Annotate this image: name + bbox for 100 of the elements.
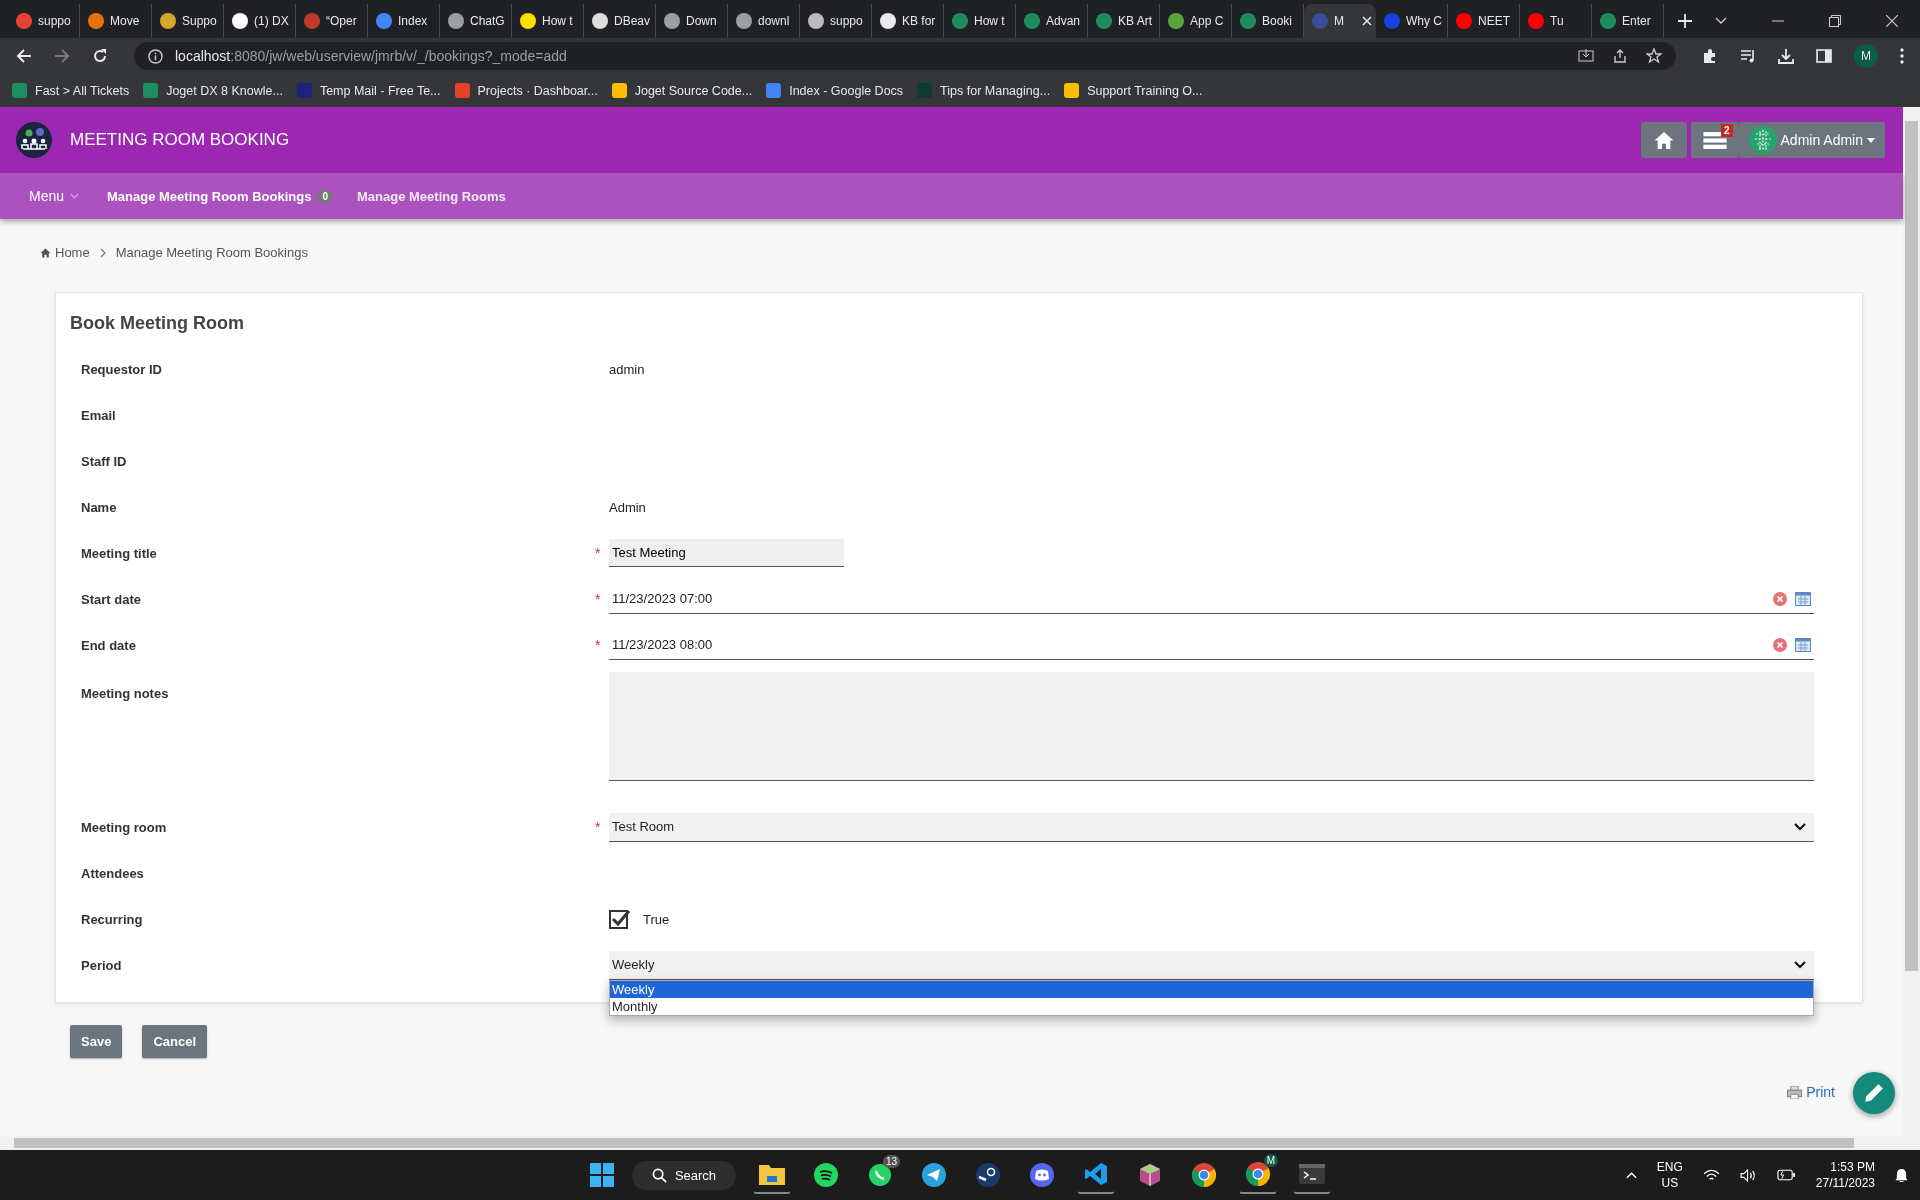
more-icon[interactable] xyxy=(1900,48,1904,64)
nav-link[interactable]: Manage Meeting Rooms xyxy=(357,188,506,204)
notes-field[interactable] xyxy=(609,672,1814,781)
field-label: Email xyxy=(80,407,117,423)
scrollbar[interactable] xyxy=(0,1136,1920,1150)
field-label: Meeting notes xyxy=(80,685,170,701)
clear-icon[interactable] xyxy=(1773,591,1787,606)
folder-icon xyxy=(759,1162,786,1185)
battery-icon[interactable] xyxy=(1776,1169,1796,1181)
sidebar-icon[interactable] xyxy=(1816,48,1832,64)
steam-icon xyxy=(976,1163,1001,1187)
text-field[interactable]: Test Meeting xyxy=(609,539,844,567)
reload-icon[interactable] xyxy=(92,48,108,64)
browser-tab[interactable]: M xyxy=(1304,4,1376,38)
menu-button[interactable]: Menu xyxy=(29,188,80,204)
required-mark: * xyxy=(595,819,601,835)
meeting-logo-icon xyxy=(16,122,52,158)
print-link[interactable]: Print xyxy=(1787,1084,1835,1100)
dropdown-option[interactable]: Weekly xyxy=(610,980,1813,998)
bookmark[interactable]: Projects · Dashboar... xyxy=(454,83,598,98)
bookmark[interactable]: Fast > All Tickets xyxy=(12,83,130,98)
whatsapp-icon xyxy=(868,1163,893,1187)
field-label: Meeting title xyxy=(80,545,158,561)
date-field[interactable]: 11/23/2023 07:00 xyxy=(609,584,1814,614)
calendar-icon[interactable] xyxy=(1795,591,1811,606)
share-icon[interactable] xyxy=(1612,48,1628,64)
field-label: Name xyxy=(80,499,118,515)
field-value: Admin xyxy=(609,499,646,515)
bookmark[interactable]: Support Training O... xyxy=(1064,83,1203,98)
form-title: Book Meeting Room xyxy=(70,313,245,334)
field-label: Attendees xyxy=(80,865,145,881)
language-indicator[interactable]: ENG US xyxy=(1656,1159,1683,1191)
chevron-icon xyxy=(70,193,80,199)
count-badge: 13 xyxy=(883,1155,901,1168)
bookmark[interactable]: Index - Google Docs xyxy=(766,83,904,98)
inbox-button[interactable]: 2 xyxy=(1690,122,1739,158)
close-icon[interactable] xyxy=(1362,16,1372,26)
chevron-icon[interactable] xyxy=(1625,1171,1637,1179)
close-icon[interactable] xyxy=(1886,15,1898,27)
calendar-icon[interactable] xyxy=(1795,637,1811,652)
address-bar[interactable]: localhost:8080/jw/web/userview/jmrb/v/_/bookings?_mode=add xyxy=(134,42,1676,70)
edit-button[interactable] xyxy=(1853,1072,1895,1114)
chrome-icon xyxy=(1192,1163,1217,1187)
printer-icon xyxy=(1787,1085,1803,1099)
bell-icon[interactable] xyxy=(1895,1167,1908,1183)
select-field[interactable]: Test Room xyxy=(609,812,1814,842)
clock[interactable]: 1:53 PM 27/11/2023 xyxy=(1815,1159,1875,1191)
form-button[interactable]: Save xyxy=(70,1025,123,1058)
discord-icon xyxy=(1030,1163,1055,1187)
form-button[interactable]: Cancel xyxy=(142,1025,207,1058)
field-label: Recurring xyxy=(80,911,144,927)
home-icon xyxy=(1652,130,1675,150)
bookmark[interactable]: Joget DX 8 Knowle... xyxy=(143,83,283,98)
home-button[interactable] xyxy=(1640,122,1687,158)
speaker-icon[interactable] xyxy=(1739,1168,1757,1182)
chevron-icon xyxy=(1794,960,1806,969)
caret-icon[interactable] xyxy=(1715,17,1727,25)
required-mark: * xyxy=(595,545,601,561)
forward-icon[interactable] xyxy=(54,48,70,64)
checkbox-label: True xyxy=(643,911,670,927)
caret-icon xyxy=(1867,137,1875,143)
scrollbar[interactable] xyxy=(1903,107,1920,1136)
user-avatar-icon xyxy=(1748,126,1777,154)
wifi-icon[interactable] xyxy=(1702,1168,1720,1182)
date-field[interactable]: 11/23/2023 08:00 xyxy=(609,630,1814,660)
dropdown-option[interactable]: Monthly xyxy=(610,997,1813,1015)
bookmark[interactable]: Temp Mail - Free Te... xyxy=(296,83,441,98)
taskbar-button[interactable]: 13 xyxy=(862,1155,899,1195)
count-badge: M xyxy=(1263,1153,1279,1167)
field-label: Period xyxy=(80,957,123,973)
info-icon[interactable] xyxy=(148,48,163,64)
terminal-icon xyxy=(1299,1163,1326,1184)
bookmark[interactable]: Tips for Managing... xyxy=(917,83,1051,98)
nav-link[interactable]: Manage Meeting Room Bookings 0 xyxy=(107,188,333,204)
select-field[interactable]: Weekly xyxy=(609,950,1814,980)
spotify-icon xyxy=(814,1163,839,1187)
clear-icon[interactable] xyxy=(1773,637,1787,652)
taskbar-button[interactable]: M xyxy=(1240,1153,1277,1197)
profile-avatar[interactable]: M xyxy=(1854,44,1878,68)
app-title: MEETING ROOM BOOKING xyxy=(70,130,290,150)
restore-icon[interactable] xyxy=(1829,15,1841,27)
puzzle-icon[interactable] xyxy=(1702,48,1718,64)
cube-icon xyxy=(1138,1163,1163,1187)
telegram-icon xyxy=(922,1163,947,1187)
media-icon[interactable] xyxy=(1740,48,1756,64)
back-icon[interactable] xyxy=(16,48,32,64)
field-value: admin xyxy=(609,361,645,377)
required-mark: * xyxy=(595,637,601,653)
bookmark[interactable]: Joget Source Code... xyxy=(611,83,753,98)
new-tab-icon[interactable] xyxy=(1678,14,1692,28)
user-menu-button[interactable]: Admin Admin xyxy=(1738,122,1885,158)
chevron-icon xyxy=(1794,822,1806,831)
checkbox[interactable] xyxy=(609,909,631,929)
star-icon[interactable] xyxy=(1646,48,1662,64)
search-field[interactable]: Search xyxy=(631,1160,737,1190)
field-label: Start date xyxy=(80,591,142,607)
breadcrumb-link[interactable]: Home xyxy=(40,245,90,260)
download-icon[interactable] xyxy=(1778,48,1794,64)
start-icon[interactable] xyxy=(589,1163,614,1187)
install-icon[interactable] xyxy=(1578,48,1594,64)
